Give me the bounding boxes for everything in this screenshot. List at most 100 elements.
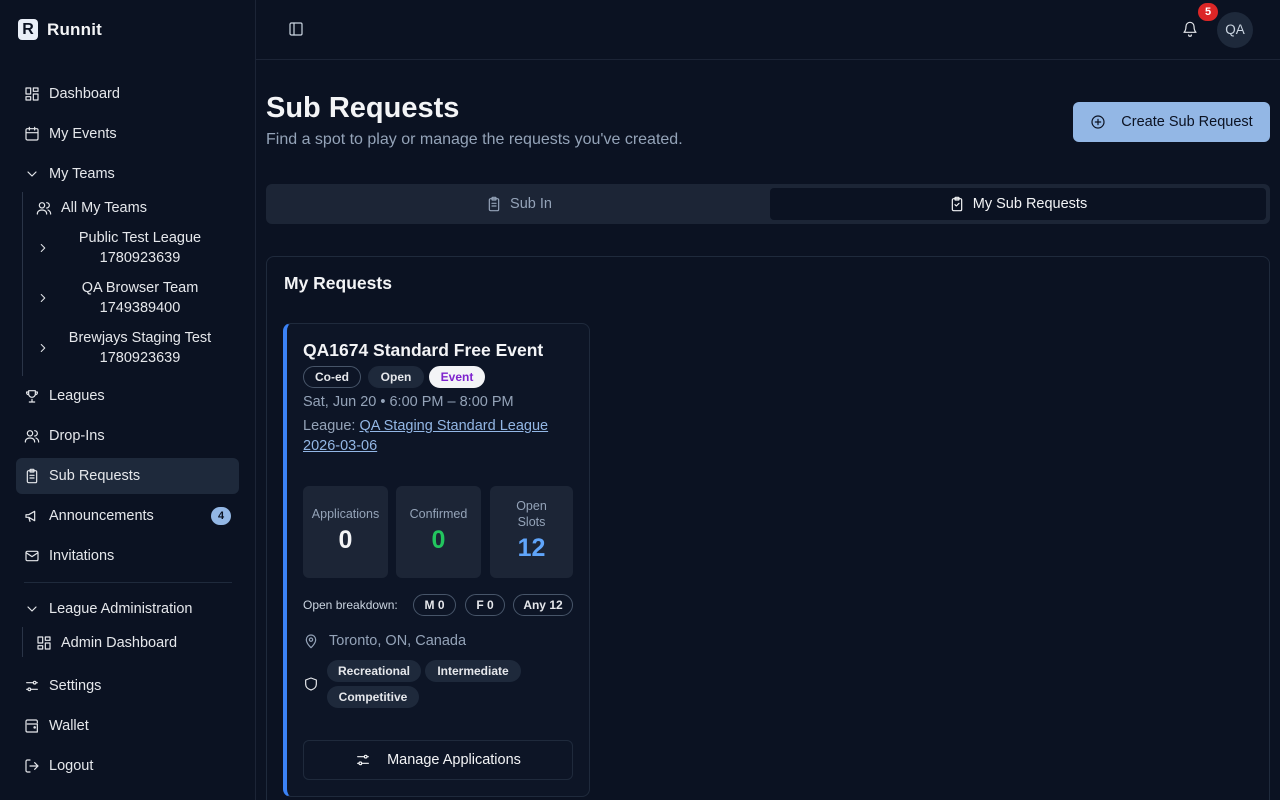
- sub-request-card: QA1674 Standard Free Event Co-ed Open Ev…: [283, 323, 590, 797]
- manage-applications-label: Manage Applications: [387, 752, 521, 768]
- chevron-right-icon: [40, 343, 46, 353]
- sidebar-item-admin-dashboard[interactable]: Admin Dashboard: [28, 628, 238, 658]
- request-datetime: Sat, Jun 20 • 6:00 PM – 8:00 PM: [303, 394, 514, 410]
- avatar[interactable]: QA: [1217, 12, 1253, 48]
- league-label: League:: [303, 418, 356, 434]
- sidebar-item-wallet[interactable]: Wallet: [16, 708, 239, 744]
- team-id: 1780923639: [99, 350, 181, 366]
- level-tag: Competitive: [327, 686, 419, 708]
- sidebar-item-all-my-teams[interactable]: All My Teams: [28, 193, 238, 223]
- shield-icon: [305, 677, 317, 691]
- sidebar-item-label: Wallet: [49, 718, 89, 734]
- page-title: Sub Requests: [266, 92, 460, 124]
- create-sub-request-button[interactable]: Create Sub Request: [1073, 102, 1270, 142]
- brand-logo: R: [18, 19, 38, 40]
- chevron-right-icon: [40, 243, 46, 253]
- request-league: League: QA Staging Standard League 2026-…: [303, 416, 573, 456]
- stat-value: 0: [431, 526, 446, 554]
- tag-status: Open: [368, 366, 424, 388]
- sidebar-item-logout[interactable]: Logout: [16, 748, 239, 784]
- sidebar-item-team[interactable]: QA Browser Team 1749389400: [28, 274, 238, 322]
- stat-label: Confirmed: [409, 507, 468, 521]
- sidebar-item-announcements[interactable]: Announcements 4: [16, 498, 239, 534]
- sidebar-item-league-administration[interactable]: League Administration: [16, 591, 239, 627]
- map-pin-icon: [305, 634, 317, 649]
- sidebar-item-drop-ins[interactable]: Drop-Ins: [16, 418, 239, 454]
- sidebar-item-leagues[interactable]: Leagues: [16, 378, 239, 414]
- request-title: QA1674 Standard Free Event: [303, 340, 544, 360]
- team-label: Brewjays Staging Test 1780923639: [50, 328, 238, 368]
- team-name: Brewjays Staging Test: [68, 330, 212, 346]
- tree-line: [22, 627, 23, 657]
- breakdown-male: M 0: [413, 594, 456, 616]
- settings-sliders-icon: [26, 680, 38, 692]
- request-location: Toronto, ON, Canada: [303, 633, 466, 649]
- sidebar-item-label: Announcements: [49, 508, 154, 524]
- stat-value: 0: [338, 526, 353, 554]
- mail-icon: [25, 550, 39, 562]
- sidebar-item-settings[interactable]: Settings: [16, 668, 239, 704]
- tab-my-sub-requests[interactable]: My Sub Requests: [770, 188, 1266, 220]
- team-name: QA Browser Team: [81, 280, 199, 296]
- stat-confirmed: Confirmed 0: [396, 486, 481, 578]
- create-sub-request-label: Create Sub Request: [1121, 114, 1253, 130]
- notifications-button[interactable]: [1182, 21, 1198, 37]
- megaphone-icon: [25, 510, 36, 522]
- trophy-icon: [25, 390, 39, 403]
- sidebar-item-label: Sub Requests: [49, 468, 141, 484]
- dashboard-icon: [37, 636, 51, 650]
- clipboard-icon: [26, 468, 38, 484]
- tab-label: Sub In: [510, 196, 552, 212]
- breakdown-label: Open breakdown:: [303, 598, 398, 612]
- stat-applications: Applications 0: [303, 486, 388, 578]
- tag-type: Event: [429, 366, 485, 388]
- sidebar-item-label: Settings: [49, 678, 102, 694]
- page-subtitle: Find a spot to play or manage the reques…: [266, 131, 683, 148]
- stat-label: Open Slots: [516, 499, 547, 529]
- sidebar-item-my-events[interactable]: My Events: [16, 116, 239, 152]
- tab-sub-in[interactable]: Sub In: [270, 188, 768, 220]
- sidebar-item-label: My Events: [49, 126, 117, 142]
- level-tag: Intermediate: [425, 660, 521, 682]
- sidebar-toggle-button[interactable]: [288, 21, 304, 37]
- sidebar-item-team[interactable]: Brewjays Staging Test 1780923639: [28, 324, 238, 372]
- sidebar-item-sub-requests[interactable]: Sub Requests: [16, 458, 239, 494]
- brand[interactable]: R Runnit: [18, 19, 102, 40]
- stat-label: Applications: [311, 507, 380, 521]
- calendar-icon: [25, 126, 39, 141]
- brand-name: Runnit: [47, 19, 103, 39]
- sidebar-divider: [24, 582, 232, 583]
- sliders-icon: [357, 754, 370, 766]
- breakdown-any: Any 12: [513, 594, 573, 616]
- clipboard-icon: [488, 196, 500, 212]
- level-tag: Recreational: [327, 660, 421, 682]
- sidebar: R Runnit Dashboard My Events My Teams Al…: [0, 0, 256, 800]
- sidebar-item-my-teams[interactable]: My Teams: [16, 156, 239, 192]
- topbar: 5 QA: [256, 0, 1280, 60]
- plus-circle-icon: [1091, 115, 1105, 129]
- sidebar-item-label: Leagues: [49, 388, 105, 404]
- stat-open-slots: Open Slots 12: [490, 486, 573, 578]
- sidebar-item-label: League Administration: [49, 601, 193, 617]
- sidebar-item-invitations[interactable]: Invitations: [16, 538, 239, 574]
- stat-value: 12: [517, 534, 546, 562]
- panel-title: My Requests: [284, 273, 392, 293]
- panel-left-icon: [289, 22, 303, 36]
- sidebar-item-label: Admin Dashboard: [61, 635, 178, 651]
- tab-label: My Sub Requests: [972, 196, 1088, 212]
- sidebar-item-label: Drop-Ins: [49, 428, 105, 444]
- sidebar-item-label: Logout: [49, 758, 94, 774]
- sidebar-item-dashboard[interactable]: Dashboard: [16, 76, 239, 112]
- team-label: QA Browser Team 1749389400: [50, 278, 238, 318]
- notification-badge: 5: [1198, 3, 1218, 21]
- team-id: 1749389400: [99, 300, 181, 316]
- users-icon: [36, 202, 52, 215]
- chevron-down-icon: [27, 171, 37, 177]
- tag-gender: Co-ed: [303, 366, 361, 388]
- tabs: Sub In My Sub Requests: [266, 184, 1270, 224]
- sidebar-item-team[interactable]: Public Test League 1780923639: [28, 224, 238, 272]
- team-name: Public Test League: [78, 230, 202, 246]
- breakdown-female: F 0: [465, 594, 505, 616]
- manage-applications-button[interactable]: Manage Applications: [303, 740, 573, 780]
- sidebar-item-label: My Teams: [49, 166, 115, 182]
